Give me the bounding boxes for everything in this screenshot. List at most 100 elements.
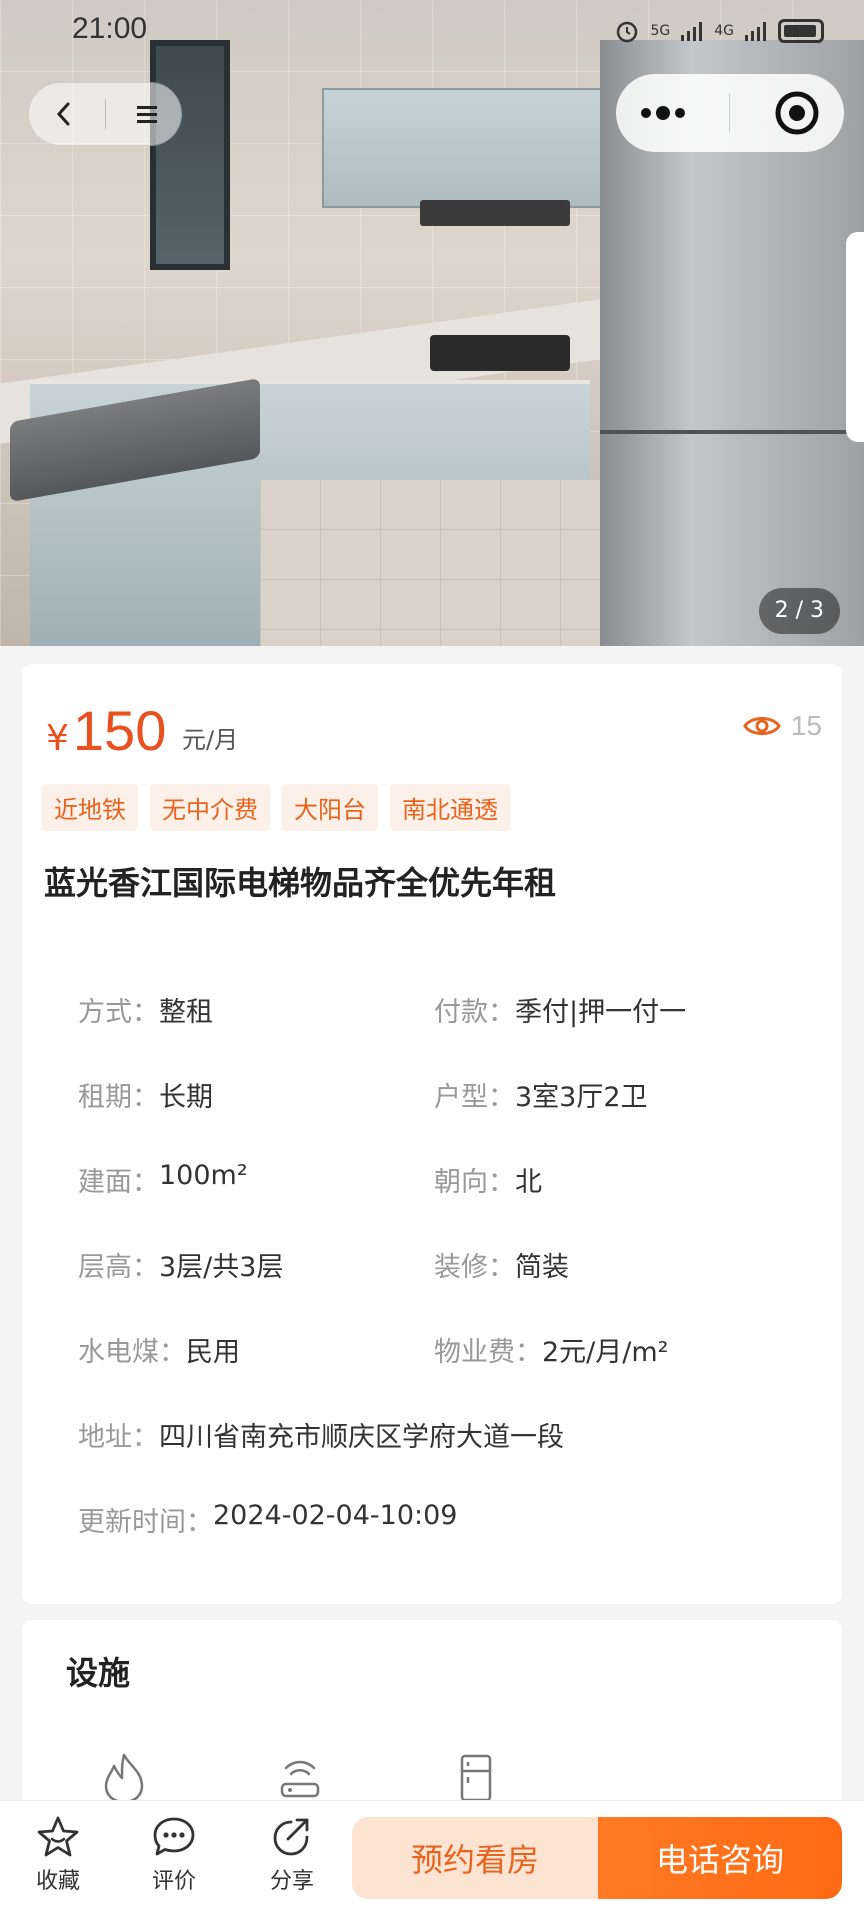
share-button[interactable]: 分享: [244, 1815, 340, 1895]
detail-value: 100m²: [159, 1160, 248, 1191]
detail-value: 简装: [515, 1252, 569, 1283]
detail-row: 建面： 100m² 朝向： 北: [78, 1160, 818, 1245]
detail-key: 方式：: [78, 997, 159, 1028]
view-count-value: 15: [790, 710, 822, 741]
nav-divider-right: [729, 93, 731, 133]
detail-floor: 层高： 3层/共3层: [78, 1245, 434, 1284]
call-button[interactable]: 电话咨询: [598, 1817, 842, 1899]
more-button[interactable]: [635, 85, 691, 141]
review-button[interactable]: 评价: [126, 1815, 222, 1895]
more-dots-icon: [641, 106, 686, 120]
facilities-title: 设施: [66, 1654, 131, 1692]
detail-property-fee: 物业费： 2元/月/m²: [434, 1330, 669, 1369]
menu-icon: [136, 106, 157, 123]
detail-key: 朝向：: [434, 1167, 515, 1198]
target-icon: [775, 91, 819, 135]
detail-value: 3层/共3层: [159, 1252, 284, 1283]
tag: 大阳台: [282, 784, 378, 831]
close-miniprogram-button[interactable]: [769, 85, 825, 141]
share-arrow-icon: [273, 1818, 309, 1856]
detail-value: 四川省南充市顺庆区学府大道一段: [159, 1422, 564, 1453]
star-icon: [37, 1816, 79, 1857]
detail-key: 物业费：: [434, 1337, 542, 1368]
photo-range-hood: [420, 200, 570, 226]
price-symbol: ¥: [46, 718, 69, 759]
tag-list: 近地铁 无中介费 大阳台 南北通透: [42, 784, 510, 831]
nav-capsule-right: [616, 74, 844, 152]
detail-key: 地址：: [78, 1422, 159, 1453]
detail-updated: 更新时间： 2024-02-04-10:09: [78, 1500, 457, 1539]
share-label: 分享: [269, 1869, 314, 1894]
detail-row: 更新时间： 2024-02-04-10:09: [78, 1500, 818, 1585]
detail-value: 民用: [186, 1337, 240, 1368]
price: ¥ 150: [46, 698, 166, 763]
listing-title: 蓝光香江国际电梯物品齐全优先年租: [44, 864, 557, 902]
detail-address: 地址： 四川省南充市顺庆区学府大道一段: [78, 1415, 564, 1454]
detail-grid: 方式： 整租 付款： 季付|押一付一 租期： 长期 户型： 3室3厅2卫 建面：…: [78, 990, 818, 1585]
favorite-label: 收藏: [35, 1869, 80, 1894]
detail-decoration: 装修： 简装: [434, 1245, 569, 1284]
photo-stove: [430, 335, 570, 371]
review-label: 评价: [151, 1869, 196, 1894]
price-unit: 元/月: [182, 726, 239, 754]
alarm-icon: [617, 21, 638, 43]
tag: 无中介费: [150, 784, 270, 831]
chevron-left-icon: [56, 102, 69, 126]
network-4g-label: 4G: [714, 23, 734, 39]
photo-floor: [260, 480, 600, 646]
detail-key: 装修：: [434, 1252, 515, 1283]
detail-key: 层高：: [78, 1252, 159, 1283]
favorite-button[interactable]: 收藏: [10, 1815, 106, 1895]
eye-icon: [743, 717, 781, 735]
menu-button[interactable]: [119, 86, 175, 142]
photo-window: [150, 40, 230, 270]
side-drawer-handle[interactable]: [846, 232, 864, 442]
detail-key: 付款：: [434, 997, 515, 1028]
cta-group: 预约看房 电话咨询: [352, 1817, 842, 1899]
detail-value: 3室3厅2卫: [515, 1082, 648, 1113]
detail-area: 建面： 100m²: [78, 1160, 434, 1199]
detail-utilities: 水电煤： 民用: [78, 1330, 434, 1369]
tag: 近地铁: [42, 784, 138, 831]
photo-upper-cabinet: [322, 88, 622, 208]
detail-row: 租期： 长期 户型： 3室3厅2卫: [78, 1075, 818, 1160]
detail-key: 建面：: [78, 1167, 159, 1198]
status-icons: 5G 4G: [614, 14, 824, 48]
detail-key: 户型：: [434, 1082, 515, 1113]
book-viewing-button[interactable]: 预约看房: [352, 1817, 598, 1899]
battery-icon: [778, 19, 824, 43]
detail-value: 2024-02-04-10:09: [213, 1500, 458, 1531]
tag: 南北通透: [390, 784, 510, 831]
network-5g-label: 5G: [650, 23, 671, 39]
price-value: 150: [72, 699, 167, 762]
detail-row: 层高： 3层/共3层 装修： 简装: [78, 1245, 818, 1330]
photo-counter-badge: 2 / 3: [758, 588, 840, 634]
signal-icon: [681, 22, 703, 41]
detail-value: 季付|押一付一: [515, 997, 687, 1028]
nav-divider: [104, 99, 106, 129]
bottom-action-bar: 收藏 评价 分享 预约看房 电话咨询: [0, 1800, 864, 1920]
detail-lease: 租期： 长期: [78, 1075, 434, 1114]
detail-payment: 付款： 季付|押一付一: [434, 990, 686, 1029]
detail-type: 方式： 整租: [78, 990, 434, 1029]
detail-orientation: 朝向： 北: [434, 1160, 542, 1199]
detail-key: 水电煤：: [78, 1337, 186, 1368]
back-button[interactable]: [36, 86, 92, 142]
detail-value: 整租: [159, 997, 213, 1028]
chat-bubble-icon: [153, 1817, 195, 1856]
detail-value: 2元/月/m²: [542, 1337, 669, 1368]
status-time: 21:00: [72, 12, 148, 45]
detail-value: 长期: [159, 1082, 213, 1113]
listing-info-card: ¥ 150 元/月 15 近地铁 无中介费 大阳台 南北通透 蓝光香江国际电梯物…: [22, 664, 842, 1604]
detail-key: 更新时间：: [78, 1507, 213, 1538]
detail-row: 地址： 四川省南充市顺庆区学府大道一段: [78, 1415, 818, 1500]
nav-capsule-left: [28, 82, 182, 146]
detail-value: 北: [515, 1167, 542, 1198]
detail-row: 方式： 整租 付款： 季付|押一付一: [78, 990, 818, 1075]
detail-key: 租期：: [78, 1082, 159, 1113]
photo-fridge-door-line: [600, 430, 864, 434]
detail-row: 水电煤： 民用 物业费： 2元/月/m²: [78, 1330, 818, 1415]
signal-icon-2: [745, 22, 766, 41]
view-count: 15: [743, 710, 822, 742]
detail-layout: 户型： 3室3厅2卫: [434, 1075, 648, 1114]
